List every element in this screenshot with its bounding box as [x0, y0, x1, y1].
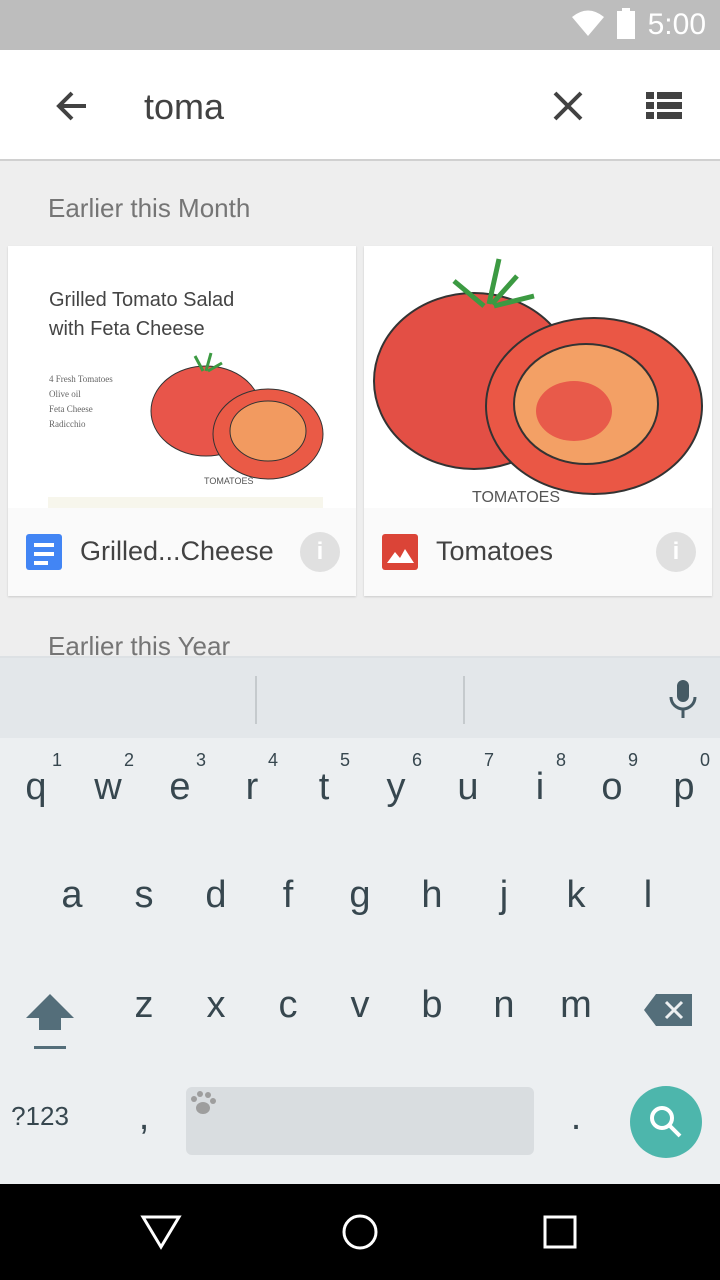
card-footer: Tomatoes i [364, 508, 712, 596]
key-hint: 0 [700, 750, 711, 770]
ingredient: Feta Cheese [49, 404, 93, 414]
docs-icon [26, 534, 62, 570]
key-d[interactable]: d [180, 874, 252, 917]
tomato-illustration [150, 352, 324, 480]
info-icon[interactable]: i [300, 532, 340, 572]
search-action-key[interactable] [630, 1086, 702, 1158]
key-hint: 3 [196, 750, 207, 770]
comma-key[interactable]: , [108, 1096, 180, 1139]
card-footer: Grilled...Cheese i [8, 508, 356, 596]
period-key[interactable]: . [540, 1096, 612, 1139]
card-title: Grilled...Cheese [80, 536, 274, 566]
divider [255, 676, 257, 724]
key-hint: 5 [340, 750, 351, 770]
image-icon [382, 534, 418, 570]
key-y[interactable]: y [360, 766, 432, 809]
key-f[interactable]: f [252, 874, 324, 917]
thumb-ingredients: 4 Fresh Tomatoes Olive oil Feta Cheese Radi… [49, 372, 113, 432]
key-w[interactable]: w [72, 766, 144, 809]
thumb-heading: Grilled Tomato Salad with Feta Cheese [49, 286, 234, 344]
key-hint: 1 [52, 750, 63, 770]
back-triangle-icon[interactable] [140, 1214, 182, 1250]
key-e[interactable]: e [144, 766, 216, 809]
microphone-icon[interactable] [668, 680, 698, 720]
thumb-caption: TOMATOES [204, 476, 254, 486]
result-card[interactable]: TOMATOES Tomatoes i [364, 246, 712, 596]
back-arrow-icon[interactable] [52, 86, 92, 126]
key-o[interactable]: o [576, 766, 648, 809]
key-x[interactable]: x [180, 984, 252, 1027]
key-m[interactable]: m [540, 984, 612, 1027]
key-hint: 6 [412, 750, 423, 770]
key-h[interactable]: h [396, 874, 468, 917]
result-card[interactable]: Grilled Tomato Salad with Feta Cheese 4 F… [8, 246, 356, 596]
card-title: Tomatoes [436, 536, 554, 566]
thumb-heading-line: with Feta Cheese [49, 318, 205, 340]
battery-icon [617, 8, 635, 39]
key-s[interactable]: s [108, 874, 180, 917]
key-z[interactable]: z [108, 984, 180, 1027]
symbols-key[interactable]: ?123 [4, 1101, 76, 1132]
key-v[interactable]: v [324, 984, 396, 1027]
ingredient: Radicchio [49, 419, 86, 429]
tomato-illustration [373, 258, 703, 495]
thumb-caption: TOMATOES [472, 489, 561, 506]
info-icon[interactable]: i [656, 532, 696, 572]
key-k[interactable]: k [540, 874, 612, 917]
recents-square-icon[interactable] [542, 1214, 578, 1250]
key-p[interactable]: p [648, 766, 720, 809]
key-t[interactable]: t [288, 766, 360, 809]
key-hint: 8 [556, 750, 567, 770]
thumb-heading-line: Grilled Tomato Salad [49, 289, 235, 311]
key-hint: 7 [484, 750, 495, 770]
key-u[interactable]: u [432, 766, 504, 809]
key-q[interactable]: q [0, 766, 72, 809]
navigation-bar [0, 1184, 720, 1280]
search-input[interactable]: toma [144, 86, 224, 128]
key-hint: 9 [628, 750, 639, 770]
key-hint: 2 [124, 750, 135, 770]
key-a[interactable]: a [36, 874, 108, 917]
section-header: Earlier this Month [48, 193, 251, 223]
clear-icon[interactable] [550, 88, 586, 124]
key-c[interactable]: c [252, 984, 324, 1027]
search-icon [650, 1106, 682, 1138]
keyboard: q1w2e3r4t5y6u7i8o9p0 asdfghjkl zxcvbnm ?12… [0, 656, 720, 1184]
divider [463, 676, 465, 724]
key-b[interactable]: b [396, 984, 468, 1027]
wifi-icon [572, 10, 604, 36]
paw-icon [191, 1091, 216, 1114]
key-r[interactable]: r [216, 766, 288, 809]
list-view-icon[interactable] [646, 92, 684, 122]
key-j[interactable]: j [468, 874, 540, 917]
suggestion-strip [0, 656, 720, 738]
clock: 5:00 [647, 8, 706, 41]
backspace-key[interactable] [644, 992, 694, 1028]
key-g[interactable]: g [324, 874, 396, 917]
key-n[interactable]: n [468, 984, 540, 1027]
shift-key[interactable] [24, 992, 76, 1052]
ingredient: 4 Fresh Tomatoes [49, 374, 113, 384]
status-bar: 5:00 [0, 0, 720, 50]
key-hint: 4 [268, 750, 279, 770]
search-toolbar [0, 50, 720, 161]
key-l[interactable]: l [612, 874, 684, 917]
ingredient: Olive oil [49, 389, 81, 399]
space-key[interactable] [186, 1087, 534, 1155]
key-i[interactable]: i [504, 766, 576, 809]
home-circle-icon[interactable] [340, 1212, 380, 1252]
